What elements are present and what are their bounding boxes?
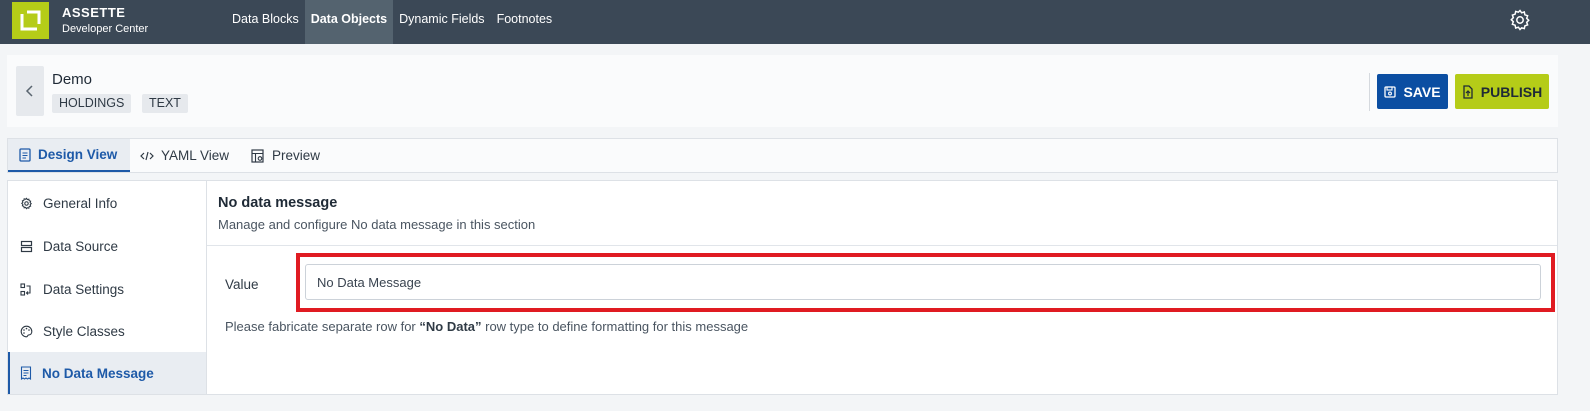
sidebar-item-data-source[interactable]: Data Source — [8, 225, 206, 267]
main-nav: Data Blocks Data Objects Dynamic Fields … — [226, 0, 558, 44]
publish-button[interactable]: PUBLISH — [1455, 74, 1549, 109]
no-data-message-input[interactable] — [305, 264, 1541, 300]
sidebar-item-general-info[interactable]: General Info — [8, 182, 206, 224]
value-label: Value — [225, 277, 259, 292]
save-label: SAVE — [1403, 83, 1441, 100]
tab-design-view[interactable]: Design View — [8, 139, 130, 172]
sidebar-item-no-data-message[interactable]: No Data Message — [8, 352, 206, 394]
tag-text: TEXT — [142, 94, 188, 113]
gear-icon[interactable] — [1508, 8, 1532, 32]
code-icon — [140, 151, 154, 160]
section-sidebar: General Info Data Source Data Settings S… — [8, 181, 207, 394]
tab-label: Preview — [272, 148, 321, 163]
chevron-left-icon — [25, 85, 33, 97]
top-navbar: ASSETTE Developer Center Data Blocks Dat… — [0, 0, 1590, 44]
save-icon — [1384, 85, 1397, 98]
hint-text: Please fabricate separate row for “No Da… — [225, 319, 748, 334]
publish-label: PUBLISH — [1480, 83, 1543, 100]
tab-preview[interactable]: Preview — [251, 139, 320, 172]
hint-emphasis: “No Data” — [419, 319, 482, 334]
hint-text-part: row type to define formatting for this m… — [481, 319, 749, 334]
sidebar-item-label: General Info — [43, 195, 118, 211]
tab-yaml-view[interactable]: YAML View — [140, 139, 229, 172]
database-icon — [20, 240, 33, 252]
document-icon — [19, 147, 31, 162]
save-button[interactable]: SAVE — [1377, 74, 1448, 109]
nav-item-dynamic-fields[interactable]: Dynamic Fields — [393, 0, 490, 44]
tab-label: Design View — [38, 147, 118, 162]
view-tabs: Design View YAML View Preview — [7, 138, 1558, 173]
object-title: Demo — [52, 71, 93, 88]
settings-flow-icon — [20, 282, 31, 296]
tab-label: YAML View — [161, 148, 230, 163]
divider — [1369, 73, 1370, 111]
palette-icon — [20, 325, 33, 337]
section-title: No data message — [218, 195, 338, 211]
publish-icon — [1463, 84, 1473, 99]
tag-holdings: HOLDINGS — [52, 94, 132, 113]
divider — [207, 245, 1557, 246]
hint-text-part: Please fabricate separate row for — [225, 319, 420, 334]
nav-item-data-objects[interactable]: Data Objects — [304, 0, 394, 44]
sidebar-item-data-settings[interactable]: Data Settings — [8, 268, 206, 310]
preview-icon — [251, 148, 264, 163]
nav-item-footnotes[interactable]: Footnotes — [491, 0, 559, 44]
object-header: Demo HOLDINGS TEXT SAVE PUBLISH — [7, 55, 1558, 127]
nav-item-data-blocks[interactable]: Data Blocks — [226, 0, 305, 44]
gear-icon — [21, 196, 32, 210]
assette-logo[interactable] — [12, 2, 49, 39]
section-description: Manage and configure No data message in … — [218, 217, 536, 232]
sidebar-item-label: No Data Message — [42, 365, 154, 381]
sidebar-item-style-classes[interactable]: Style Classes — [8, 310, 206, 352]
brand-title: ASSETTE — [62, 5, 126, 20]
back-button[interactable] — [16, 66, 44, 116]
sidebar-item-label: Data Source — [43, 238, 119, 254]
sidebar-item-label: Style Classes — [43, 323, 125, 339]
brand-subtitle: Developer Center — [62, 23, 149, 35]
main-panel: General Info Data Source Data Settings S… — [7, 180, 1558, 395]
receipt-icon — [20, 366, 32, 380]
sidebar-item-label: Data Settings — [43, 281, 125, 297]
